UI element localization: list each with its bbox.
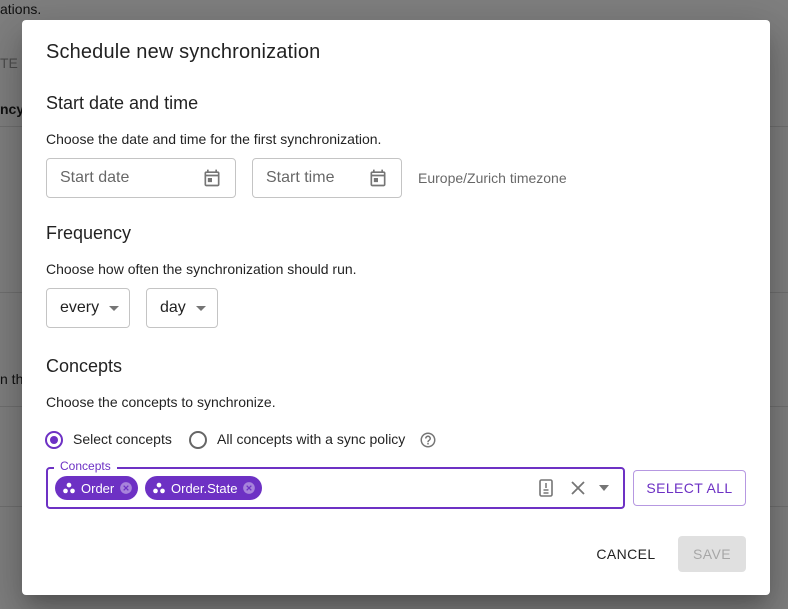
select-all-button[interactable]: SELECT ALL xyxy=(633,470,746,506)
start-section-hint: Choose the date and time for the first s… xyxy=(46,131,382,147)
concept-chip[interactable]: Order.State xyxy=(145,476,262,500)
help-circle-icon[interactable] xyxy=(419,431,437,449)
save-button[interactable]: SAVE xyxy=(678,536,746,572)
cancel-button[interactable]: CANCEL xyxy=(584,536,668,572)
start-date-placeholder: Start date xyxy=(60,169,130,186)
concept-icon xyxy=(63,482,75,494)
radio-select-concepts[interactable] xyxy=(45,431,63,449)
arrow-drop-down-icon[interactable] xyxy=(598,485,610,491)
concepts-section-heading: Concepts xyxy=(46,356,123,376)
radio-all-concepts[interactable] xyxy=(189,431,207,449)
concept-icon xyxy=(153,482,165,494)
frequency-unit-select[interactable]: day xyxy=(146,288,218,328)
close-icon[interactable] xyxy=(570,480,586,496)
frequency-section-hint: Choose how often the synchronization sho… xyxy=(46,261,357,277)
arrow-drop-down-icon xyxy=(195,305,206,311)
arrow-drop-down-icon xyxy=(109,305,120,311)
list-icon[interactable] xyxy=(538,479,554,497)
concepts-field-label: Concepts xyxy=(54,459,117,473)
concept-chip[interactable]: Order xyxy=(55,476,138,500)
dialog-title: Schedule new synchronization xyxy=(46,41,321,63)
cancel-circle-icon[interactable] xyxy=(119,481,133,495)
calendar-icon[interactable] xyxy=(202,168,222,188)
cancel-circle-icon[interactable] xyxy=(242,481,256,495)
concepts-section-hint: Choose the concepts to synchronize. xyxy=(46,394,276,410)
schedule-dialog: Schedule new synchronization Start date … xyxy=(22,20,770,595)
concept-chip-label: Order xyxy=(81,480,115,496)
frequency-unit-value: day xyxy=(160,299,186,316)
start-time-placeholder: Start time xyxy=(266,169,335,186)
start-date-field[interactable]: Start date xyxy=(46,158,236,198)
timezone-label: Europe/Zurich timezone xyxy=(418,170,567,186)
frequency-section-heading: Frequency xyxy=(46,223,132,243)
frequency-interval-select[interactable]: every xyxy=(46,288,130,328)
start-time-field[interactable]: Start time xyxy=(252,158,402,198)
radio-select-concepts-label[interactable]: Select concepts xyxy=(73,431,172,447)
concept-chip-label: Order.State xyxy=(171,480,238,496)
radio-all-concepts-label[interactable]: All concepts with a sync policy xyxy=(217,431,405,447)
calendar-icon[interactable] xyxy=(368,168,388,188)
start-section-heading: Start date and time xyxy=(46,93,199,113)
frequency-interval-value: every xyxy=(60,299,100,316)
